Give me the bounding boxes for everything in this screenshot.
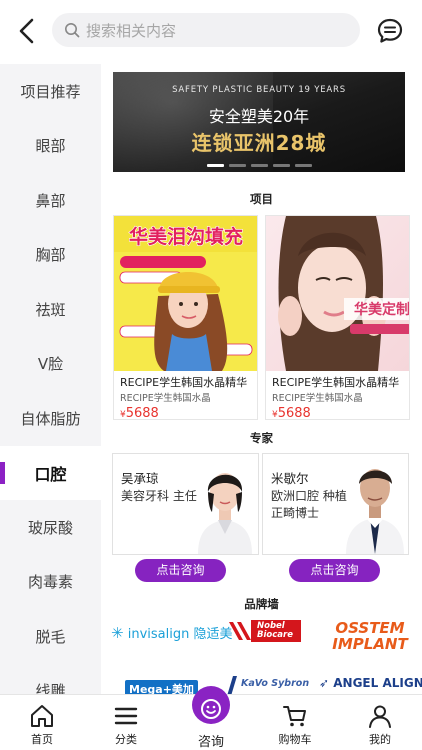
tab-label: 我的 [369, 733, 391, 746]
tab-label: 分类 [115, 733, 137, 746]
top-header: 搜索相关内容 [0, 0, 422, 62]
tab-label: 咨询 [197, 735, 224, 750]
category-sidebar: 项目推荐 眼部 鼻部 胸部 祛斑 V脸 自体脂肪 口腔 玻尿酸 肉毒素 脱毛 线… [0, 64, 101, 694]
sidebar-item-label: 自体脂肪 [20, 409, 81, 428]
section-title-projects: 项目 [250, 192, 273, 206]
kavo-logo-icon [227, 676, 237, 694]
brand-logo[interactable]: Nobel Biocare [225, 618, 303, 644]
tab-label: 购物车 [278, 733, 312, 746]
banner-title: 连锁亚洲28城 [191, 131, 327, 155]
angel-wing-icon: ➶ [319, 676, 330, 690]
tab-home[interactable]: 首页 [0, 695, 84, 750]
smile-icon [201, 699, 221, 719]
list-icon [114, 707, 138, 725]
sidebar-item-label: 玻尿酸 [27, 518, 73, 537]
tab-cart[interactable]: 购物车 [253, 695, 337, 750]
sidebar-item-hair-removal[interactable]: 脱毛 [0, 609, 101, 664]
main-content: SAFETY PLASTIC BEAUTY 19 YEARS 安全塑美20年 连… [101, 64, 422, 694]
sparkle-icon: ✳ [111, 624, 124, 642]
expert-name: 米歇尔 [271, 471, 309, 486]
consult-button[interactable]: 点击咨询 [135, 559, 226, 582]
sidebar-item-botox[interactable]: 肉毒素 [0, 555, 101, 610]
carousel-dot[interactable] [228, 164, 246, 167]
carousel-dot[interactable] [250, 164, 268, 167]
sidebar-item-hyaluronic[interactable]: 玻尿酸 [0, 500, 101, 555]
expert-title: 美容牙科 主任 [121, 489, 197, 503]
project-image: 华美泪沟填充 [114, 216, 257, 371]
sidebar-item-label: 胸部 [35, 246, 66, 265]
sidebar-item-label: 祛斑 [35, 300, 66, 319]
sidebar-item-freckle[interactable]: 祛斑 [0, 282, 101, 337]
sidebar-item-nose[interactable]: 鼻部 [0, 173, 101, 228]
svg-text:华美定制: 华美定制 [354, 301, 409, 318]
section-title-brands: 品牌墙 [244, 597, 279, 611]
project-price: ¥5688 [272, 406, 311, 420]
tab-consult[interactable]: 咨询 [169, 686, 253, 750]
bottom-tab-bar: 首页 分类 咨询 购物车 我的 [0, 686, 422, 750]
svg-text:华美泪沟填充: 华美泪沟填充 [129, 225, 243, 248]
brand-logo[interactable]: ✳ invisalign 隐适美 [111, 623, 232, 642]
sidebar-item-recommend[interactable]: 项目推荐 [0, 64, 101, 119]
consult-button[interactable]: 点击咨询 [289, 559, 380, 582]
expert-card[interactable]: 米歇尔 欧洲口腔 种植正畸博士 [262, 453, 409, 555]
project-subtitle: RECIPE学生韩国水晶 [272, 393, 363, 404]
app-root: 搜索相关内容 项目推荐 眼部 鼻部 胸部 祛斑 V脸 自体脂肪 口腔 玻尿酸 肉… [0, 0, 422, 750]
sidebar-item-thread-lift[interactable]: 线雕 [0, 664, 101, 694]
project-card[interactable]: 华美泪沟填充 RECIPE学生韩国水晶精华 RECIPE学生韩国水晶 ¥5688 [113, 215, 258, 420]
expert-photo [346, 469, 404, 554]
carousel-dot[interactable] [272, 164, 290, 167]
search-placeholder: 搜索相关内容 [86, 21, 177, 40]
project-subtitle: RECIPE学生韩国水晶 [120, 393, 211, 404]
cart-icon [283, 706, 306, 727]
sidebar-item-fat[interactable]: 自体脂肪 [0, 391, 101, 446]
brand-logo[interactable]: OSSTEM IMPLANT [327, 620, 413, 652]
sidebar-item-label: V脸 [37, 355, 64, 374]
expert-title: 欧洲口腔 种植正畸博士 [271, 489, 347, 520]
consult-circle [192, 686, 230, 724]
carousel-dot[interactable] [294, 164, 312, 167]
brand-logo[interactable]: Mega+美加 [125, 680, 198, 694]
project-card[interactable]: 华美定制 RECIPE学生韩国水晶精华 RECIPE学生韩国水晶 ¥5688 [265, 215, 410, 420]
search-input[interactable]: 搜索相关内容 [52, 13, 360, 47]
carousel-dot[interactable] [206, 164, 224, 167]
banner-tagline: SAFETY PLASTIC BEAUTY 19 YEARS [172, 85, 346, 95]
sidebar-item-vface[interactable]: V脸 [0, 337, 101, 392]
chevron-left-icon [19, 18, 34, 44]
sidebar-item-label: 鼻部 [35, 191, 66, 210]
sidebar-item-label: 肉毒素 [27, 573, 73, 592]
sidebar-item-oral[interactable]: 口腔 [0, 445, 101, 500]
sidebar-item-chest[interactable]: 胸部 [0, 228, 101, 283]
tab-label: 首页 [31, 733, 53, 746]
sidebar-item-label: 线雕 [35, 682, 66, 694]
sidebar-item-label: 眼部 [35, 137, 66, 156]
sidebar-item-eyes[interactable]: 眼部 [0, 119, 101, 174]
back-button[interactable] [4, 8, 50, 54]
expert-card[interactable]: 吴承琼 美容牙科 主任 [112, 453, 259, 555]
user-icon [369, 705, 391, 728]
section-title-experts: 专家 [250, 431, 273, 445]
project-name: RECIPE学生韩国水晶精华 [272, 376, 400, 389]
brand-logo[interactable]: ➶ ANGEL ALIGN [319, 676, 422, 690]
sidebar-item-label: 口腔 [34, 464, 67, 484]
tab-category[interactable]: 分类 [84, 695, 168, 750]
search-icon [65, 23, 80, 38]
project-image: 华美定制 [266, 216, 409, 371]
expert-photo [198, 473, 252, 554]
banner-subtitle: 安全塑美20年 [208, 107, 310, 126]
project-price: ¥5688 [120, 406, 159, 420]
tab-profile[interactable]: 我的 [338, 695, 422, 750]
expert-name: 吴承琼 [121, 471, 159, 486]
home-icon [31, 705, 53, 727]
sidebar-item-label: 项目推荐 [20, 82, 81, 101]
project-name: RECIPE学生韩国水晶精华 [120, 376, 248, 389]
sidebar-item-label: 脱毛 [35, 627, 66, 646]
promo-banner[interactable]: SAFETY PLASTIC BEAUTY 19 YEARS 安全塑美20年 连… [113, 72, 405, 172]
carousel-indicator [113, 164, 405, 167]
message-icon[interactable] [376, 17, 404, 45]
